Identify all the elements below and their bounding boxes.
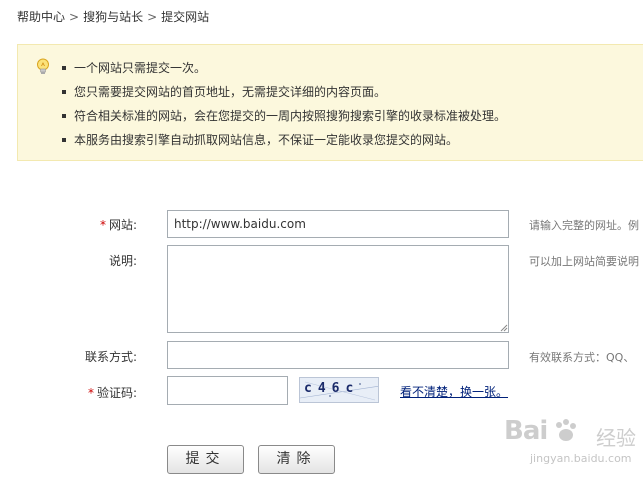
notice-text: 符合相关标准的网站，会在您提交的一周内按照搜狗搜索引擎的收录标准被处理。	[74, 109, 507, 123]
site-hint: 请输入完整的网址。例	[529, 219, 639, 232]
description-hint: 可以加上网站简要说明	[529, 255, 639, 268]
clear-button[interactable]: 清除	[258, 445, 335, 474]
description-wrapper	[167, 245, 509, 333]
site-label-text: 网站:	[108, 218, 137, 232]
description-label: 说明:	[17, 252, 137, 269]
captcha-label: * 验证码:	[17, 384, 137, 401]
notice-item: 本服务由搜索引擎自动抓取网站信息，不保证一定能收录您提交的网站。	[62, 128, 506, 152]
contact-hint: 有效联系方式：QQ、	[529, 351, 635, 364]
breadcrumb-separator: >	[69, 10, 80, 24]
breadcrumb: 帮助中心 > 搜狗与站长 > 提交网站	[17, 9, 209, 25]
watermark-url: jingyan.baidu.com	[530, 452, 632, 465]
breadcrumb-item-submit-site: 提交网站	[161, 10, 210, 24]
description-label-text: 说明:	[108, 254, 137, 268]
lightbulb-icon	[36, 58, 50, 76]
captcha-image[interactable]: c46c	[299, 377, 379, 403]
breadcrumb-item-help-center[interactable]: 帮助中心	[17, 10, 65, 24]
captcha-text: c46c	[304, 381, 360, 396]
notice-item: 符合相关标准的网站，会在您提交的一周内按照搜狗搜索引擎的收录标准被处理。	[62, 104, 506, 128]
breadcrumb-separator: >	[147, 10, 158, 24]
required-mark: *	[99, 218, 106, 232]
notice-text: 您只需要提交网站的首页地址，无需提交详细的内容页面。	[74, 85, 387, 99]
watermark-brand: Bai	[504, 416, 548, 446]
paw-icon	[552, 418, 578, 447]
site-url-input[interactable]	[167, 210, 509, 238]
bullet-icon	[62, 89, 66, 94]
submit-button[interactable]: 提交	[167, 445, 244, 474]
resize-grip-icon[interactable]	[500, 324, 508, 332]
breadcrumb-item-sogou-webmaster[interactable]: 搜狗与站长	[83, 10, 143, 24]
bullet-icon	[62, 113, 66, 118]
watermark-sub: 经验	[596, 426, 636, 450]
notice-box: 一个网站只需提交一次。 您只需要提交网站的首页地址，无需提交详细的内容页面。 符…	[17, 44, 643, 161]
bullet-icon	[62, 65, 66, 70]
notice-list: 一个网站只需提交一次。 您只需要提交网站的首页地址，无需提交详细的内容页面。 符…	[62, 56, 506, 152]
site-label: * 网站:	[17, 216, 137, 233]
bullet-icon	[62, 137, 66, 142]
watermark-logo: Bai 经验 jingyan.baidu.com	[500, 412, 640, 472]
notice-text: 一个网站只需提交一次。	[74, 61, 207, 75]
contact-input[interactable]	[167, 341, 509, 369]
notice-item: 您只需要提交网站的首页地址，无需提交详细的内容页面。	[62, 80, 506, 104]
contact-label-text: 联系方式:	[84, 350, 137, 364]
captcha-label-text: 验证码:	[96, 386, 137, 400]
notice-item: 一个网站只需提交一次。	[62, 56, 506, 80]
required-mark: *	[87, 386, 94, 400]
captcha-input[interactable]	[167, 376, 288, 405]
captcha-refresh-link[interactable]: 看不清楚，换一张。	[400, 383, 508, 400]
contact-label: 联系方式:	[17, 348, 137, 365]
description-textarea[interactable]	[167, 245, 509, 333]
notice-text: 本服务由搜索引擎自动抓取网站信息，不保证一定能收录您提交的网站。	[74, 133, 459, 147]
